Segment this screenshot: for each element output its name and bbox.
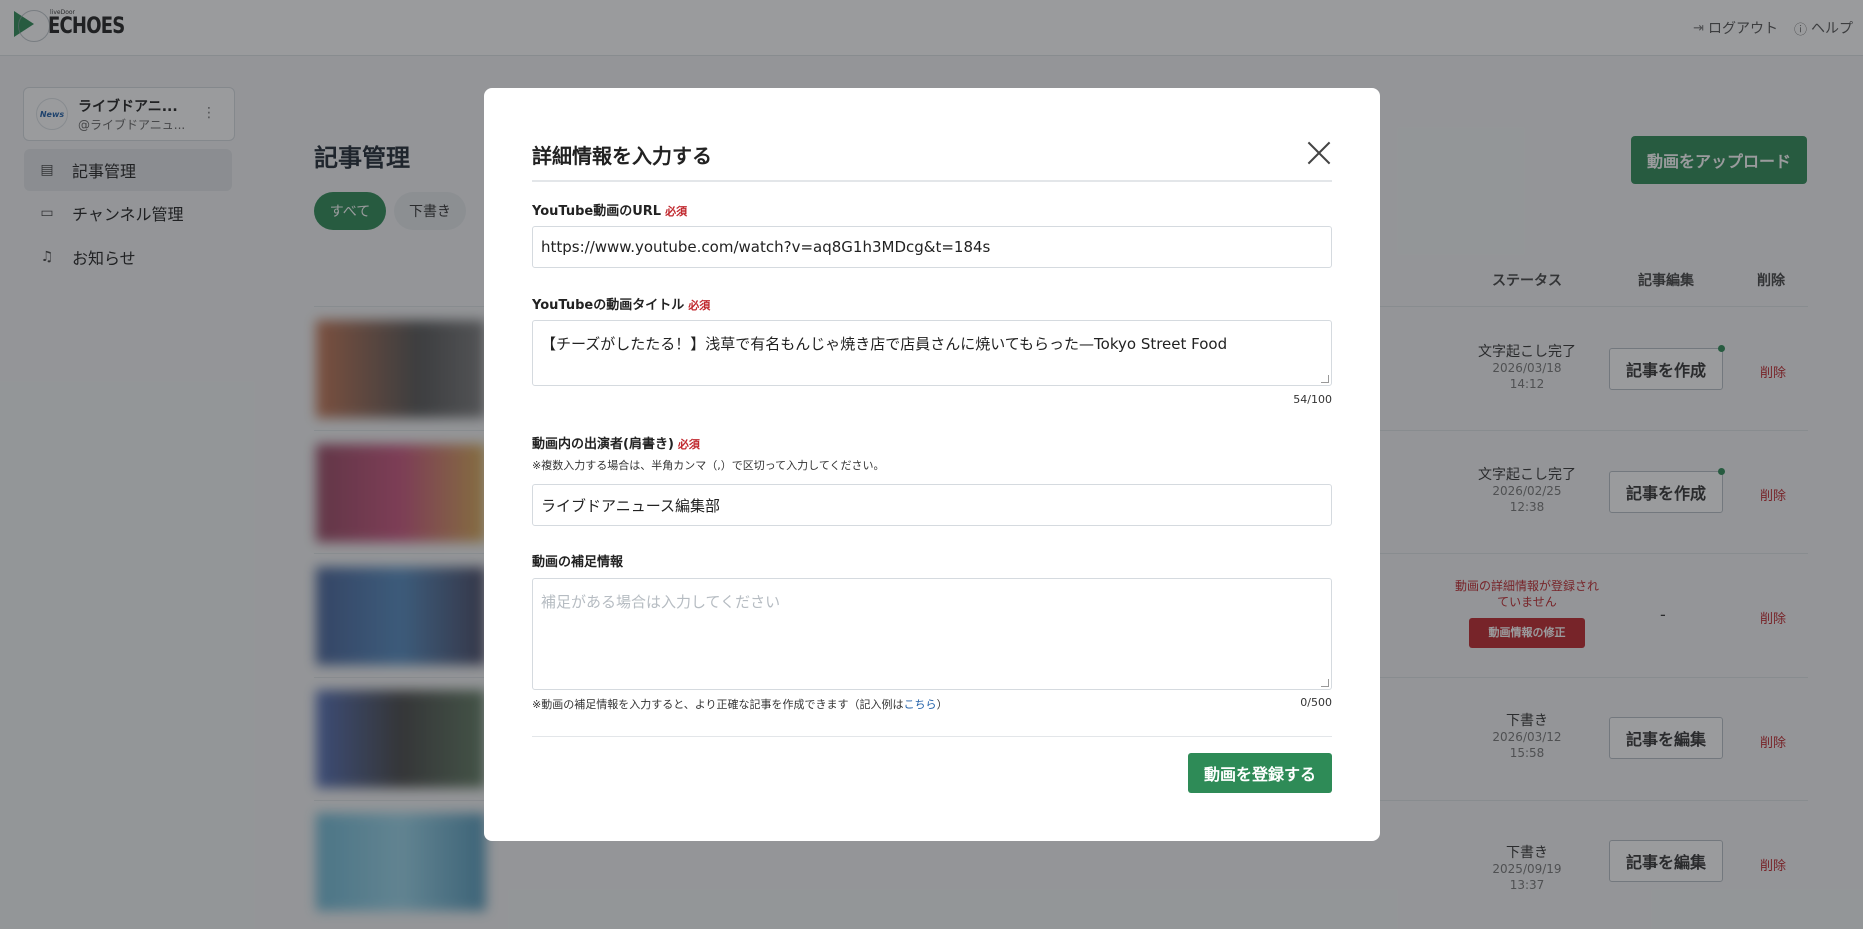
title-label-text: YouTubeの動画タイトル (532, 298, 685, 313)
performer-hint: ※複数入力する場合は、半角カンマ（,）で区切って入力してください。 (532, 459, 885, 472)
youtube-url-input[interactable]: https://www.youtube.com/watch?v=aq8G1h3M… (532, 226, 1332, 268)
required-badge: 必須 (677, 438, 700, 451)
youtube-url-value: https://www.youtube.com/watch?v=aq8G1h3M… (541, 238, 991, 256)
performer-input[interactable]: ライブドアニュース編集部 (532, 484, 1332, 526)
title-char-counter: 54/100 (1293, 393, 1332, 406)
footnote-text: ※動画の補足情報を入力すると、より正確な記事を作成できます（記入例は (532, 698, 904, 711)
title-field-label: YouTubeの動画タイトル 必須 (532, 294, 710, 313)
resize-handle-icon[interactable] (1321, 375, 1329, 383)
youtube-title-value: 【チーズがしたたる！】浅草で有名もんじゃ焼き店で店員さんに焼いてもらった—Tok… (541, 335, 1228, 353)
video-details-modal: 詳細情報を入力する YouTube動画のURL 必須 https://www.yo… (484, 88, 1380, 841)
example-link[interactable]: こちら (904, 698, 937, 711)
url-field-label: YouTube動画のURL 必須 (532, 200, 687, 219)
performer-label-text: 動画内の出演者(肩書き) (532, 437, 674, 452)
close-icon[interactable] (1306, 140, 1332, 166)
register-video-button[interactable]: 動画を登録する (1188, 753, 1332, 793)
supplement-textarea[interactable]: 補足がある場合は入力してください (532, 578, 1332, 690)
footnote-end: ） (936, 698, 948, 711)
resize-handle-icon[interactable] (1321, 679, 1329, 687)
modal-divider (532, 736, 1332, 737)
supplement-char-counter: 0/500 (1300, 696, 1332, 709)
url-label-text: YouTube動画のURL (532, 204, 662, 219)
modal-title: 詳細情報を入力する (532, 144, 712, 168)
supplement-placeholder: 補足がある場合は入力してください (541, 593, 781, 611)
required-badge: 必須 (665, 205, 688, 218)
required-badge: 必須 (688, 299, 711, 312)
performer-value: ライブドアニュース編集部 (541, 496, 720, 515)
youtube-title-textarea[interactable]: 【チーズがしたたる！】浅草で有名もんじゃ焼き店で店員さんに焼いてもらった—Tok… (532, 320, 1332, 386)
supplement-field-label: 動画の補足情報 (532, 555, 624, 570)
performer-field-label: 動画内の出演者(肩書き) 必須 (532, 433, 700, 452)
supplement-footnote: ※動画の補足情報を入力すると、より正確な記事を作成できます（記入例はこちら） (532, 696, 948, 712)
modal-divider (532, 180, 1332, 182)
